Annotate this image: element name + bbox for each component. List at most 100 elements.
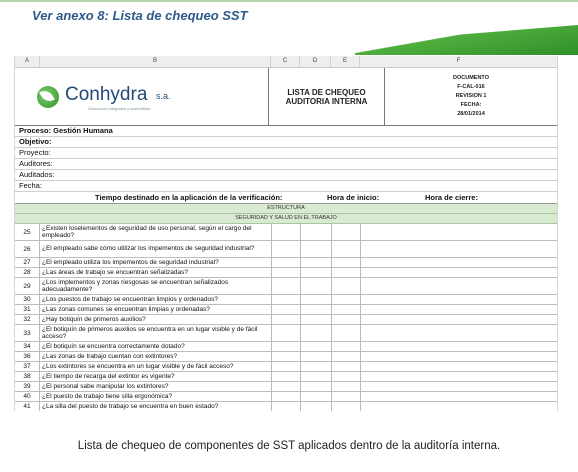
answer-cell-e[interactable] [332,241,361,257]
answer-cell-c[interactable] [272,402,301,411]
answer-cell-c[interactable] [272,352,301,361]
doc-info-line: REVISION 1 [455,93,487,99]
annex-heading: Ver anexo 8: Lista de chequeo SST [32,8,248,23]
answer-cell-c[interactable] [272,295,301,304]
answer-cell-c[interactable] [272,241,301,257]
answer-cell-c[interactable] [272,325,301,341]
observation-cell[interactable] [361,295,557,304]
answer-cell-e[interactable] [332,295,361,304]
doc-info-line: DOCUMENTO [453,75,489,81]
answer-cell-c[interactable] [272,372,301,381]
answer-cell-e[interactable] [332,382,361,391]
figure-caption: Lista de chequeo de componentes de SST a… [77,440,501,452]
answer-cell-c[interactable] [272,382,301,391]
observation-cell[interactable] [361,258,557,267]
question-row: 39 ¿El personal sabe manipular los extint… [15,382,557,392]
answer-cell-d[interactable] [301,315,332,324]
field-proceso[interactable]: Proceso: Gestión Humana [15,126,557,137]
question-text: ¿Las áreas de trabajo se encuentran seña… [40,268,272,277]
answer-cell-d[interactable] [301,258,332,267]
answer-cell-e[interactable] [332,402,361,411]
field-fecha[interactable]: Fecha: [15,181,557,192]
answer-cell-d[interactable] [301,268,332,277]
answer-cell-c[interactable] [272,224,301,240]
observation-cell[interactable] [361,315,557,324]
answer-cell-d[interactable] [301,241,332,257]
answer-cell-e[interactable] [332,372,361,381]
answer-cell-e[interactable] [332,258,361,267]
answer-cell-d[interactable] [301,372,332,381]
answer-cell-c[interactable] [272,315,301,324]
question-number: 41 [15,402,40,411]
observation-cell[interactable] [361,352,557,361]
answer-cell-e[interactable] [332,305,361,314]
answer-cell-e[interactable] [332,315,361,324]
column-header[interactable]: A [15,56,40,67]
answer-cell-d[interactable] [301,342,332,351]
answer-cell-c[interactable] [272,278,301,294]
question-row: 30 ¿Los puestos de trabajo se encuentran … [15,295,557,305]
answer-cell-d[interactable] [301,352,332,361]
column-header[interactable]: C [271,56,300,67]
question-number: 25 [15,224,40,240]
answer-cell-d[interactable] [301,278,332,294]
answer-cell-e[interactable] [332,352,361,361]
answer-cell-e[interactable] [332,342,361,351]
question-row: 33 ¿El botiquín de primeros auxilios se e… [15,325,557,342]
doc-info-line: 28/01/2014 [457,111,485,117]
answer-cell-d[interactable] [301,295,332,304]
answer-cell-d[interactable] [301,224,332,240]
answer-cell-d[interactable] [301,402,332,411]
field-auditores[interactable]: Auditores: [15,159,557,170]
question-row: 37 ¿Los extintores se encuentra en un lug… [15,362,557,372]
answer-cell-e[interactable] [332,325,361,341]
section-bar-estructura: ESTRUCTURA [15,204,557,214]
field-proyecto[interactable]: Proyecto: [15,148,557,159]
observation-cell[interactable] [361,325,557,341]
verification-time-label: Tiempo destinado en la aplicación de la … [95,193,283,202]
field-objetivo[interactable]: Objetivo: [15,137,557,148]
observation-cell[interactable] [361,278,557,294]
answer-cell-d[interactable] [301,392,332,401]
answer-cell-c[interactable] [272,392,301,401]
answer-cell-e[interactable] [332,224,361,240]
company-logo: Conhydra s.a. Soluciones integrales y so… [15,68,269,125]
observation-cell[interactable] [361,224,557,240]
question-number: 27 [15,258,40,267]
observation-cell[interactable] [361,305,557,314]
column-header[interactable]: D [300,56,331,67]
checklist-title: LISTA DE CHEQUEO AUDITORIA INTERNA [269,68,385,125]
observation-cell[interactable] [361,268,557,277]
question-row: 26 ¿El empleado sabe cómo utilizar los im… [15,241,557,258]
observation-cell[interactable] [361,241,557,257]
observation-cell[interactable] [361,402,557,411]
column-header[interactable]: E [331,56,360,67]
answer-cell-c[interactable] [272,362,301,371]
document-title-block: Conhydra s.a. Soluciones integrales y so… [15,68,557,126]
answer-cell-d[interactable] [301,382,332,391]
question-text: ¿Hay botiquín de primeros auxilios? [40,315,272,324]
answer-cell-c[interactable] [272,268,301,277]
column-header[interactable]: F [360,56,557,67]
answer-cell-e[interactable] [332,362,361,371]
answer-cell-c[interactable] [272,305,301,314]
answer-cell-e[interactable] [332,268,361,277]
answer-cell-e[interactable] [332,392,361,401]
field-auditados[interactable]: Auditados: [15,170,557,181]
observation-cell[interactable] [361,382,557,391]
answer-cell-d[interactable] [301,325,332,341]
question-number: 33 [15,325,40,341]
observation-cell[interactable] [361,372,557,381]
question-row: 32 ¿Hay botiquín de primeros auxilios? [15,315,557,325]
question-text: ¿Los puestos de trabajo se encuentran li… [40,295,272,304]
observation-cell[interactable] [361,392,557,401]
question-row: 34 ¿El botiquín se encuentra correctament… [15,342,557,352]
observation-cell[interactable] [361,362,557,371]
answer-cell-c[interactable] [272,258,301,267]
column-header[interactable]: B [40,56,271,67]
observation-cell[interactable] [361,342,557,351]
answer-cell-c[interactable] [272,342,301,351]
answer-cell-d[interactable] [301,305,332,314]
answer-cell-d[interactable] [301,362,332,371]
answer-cell-e[interactable] [332,278,361,294]
